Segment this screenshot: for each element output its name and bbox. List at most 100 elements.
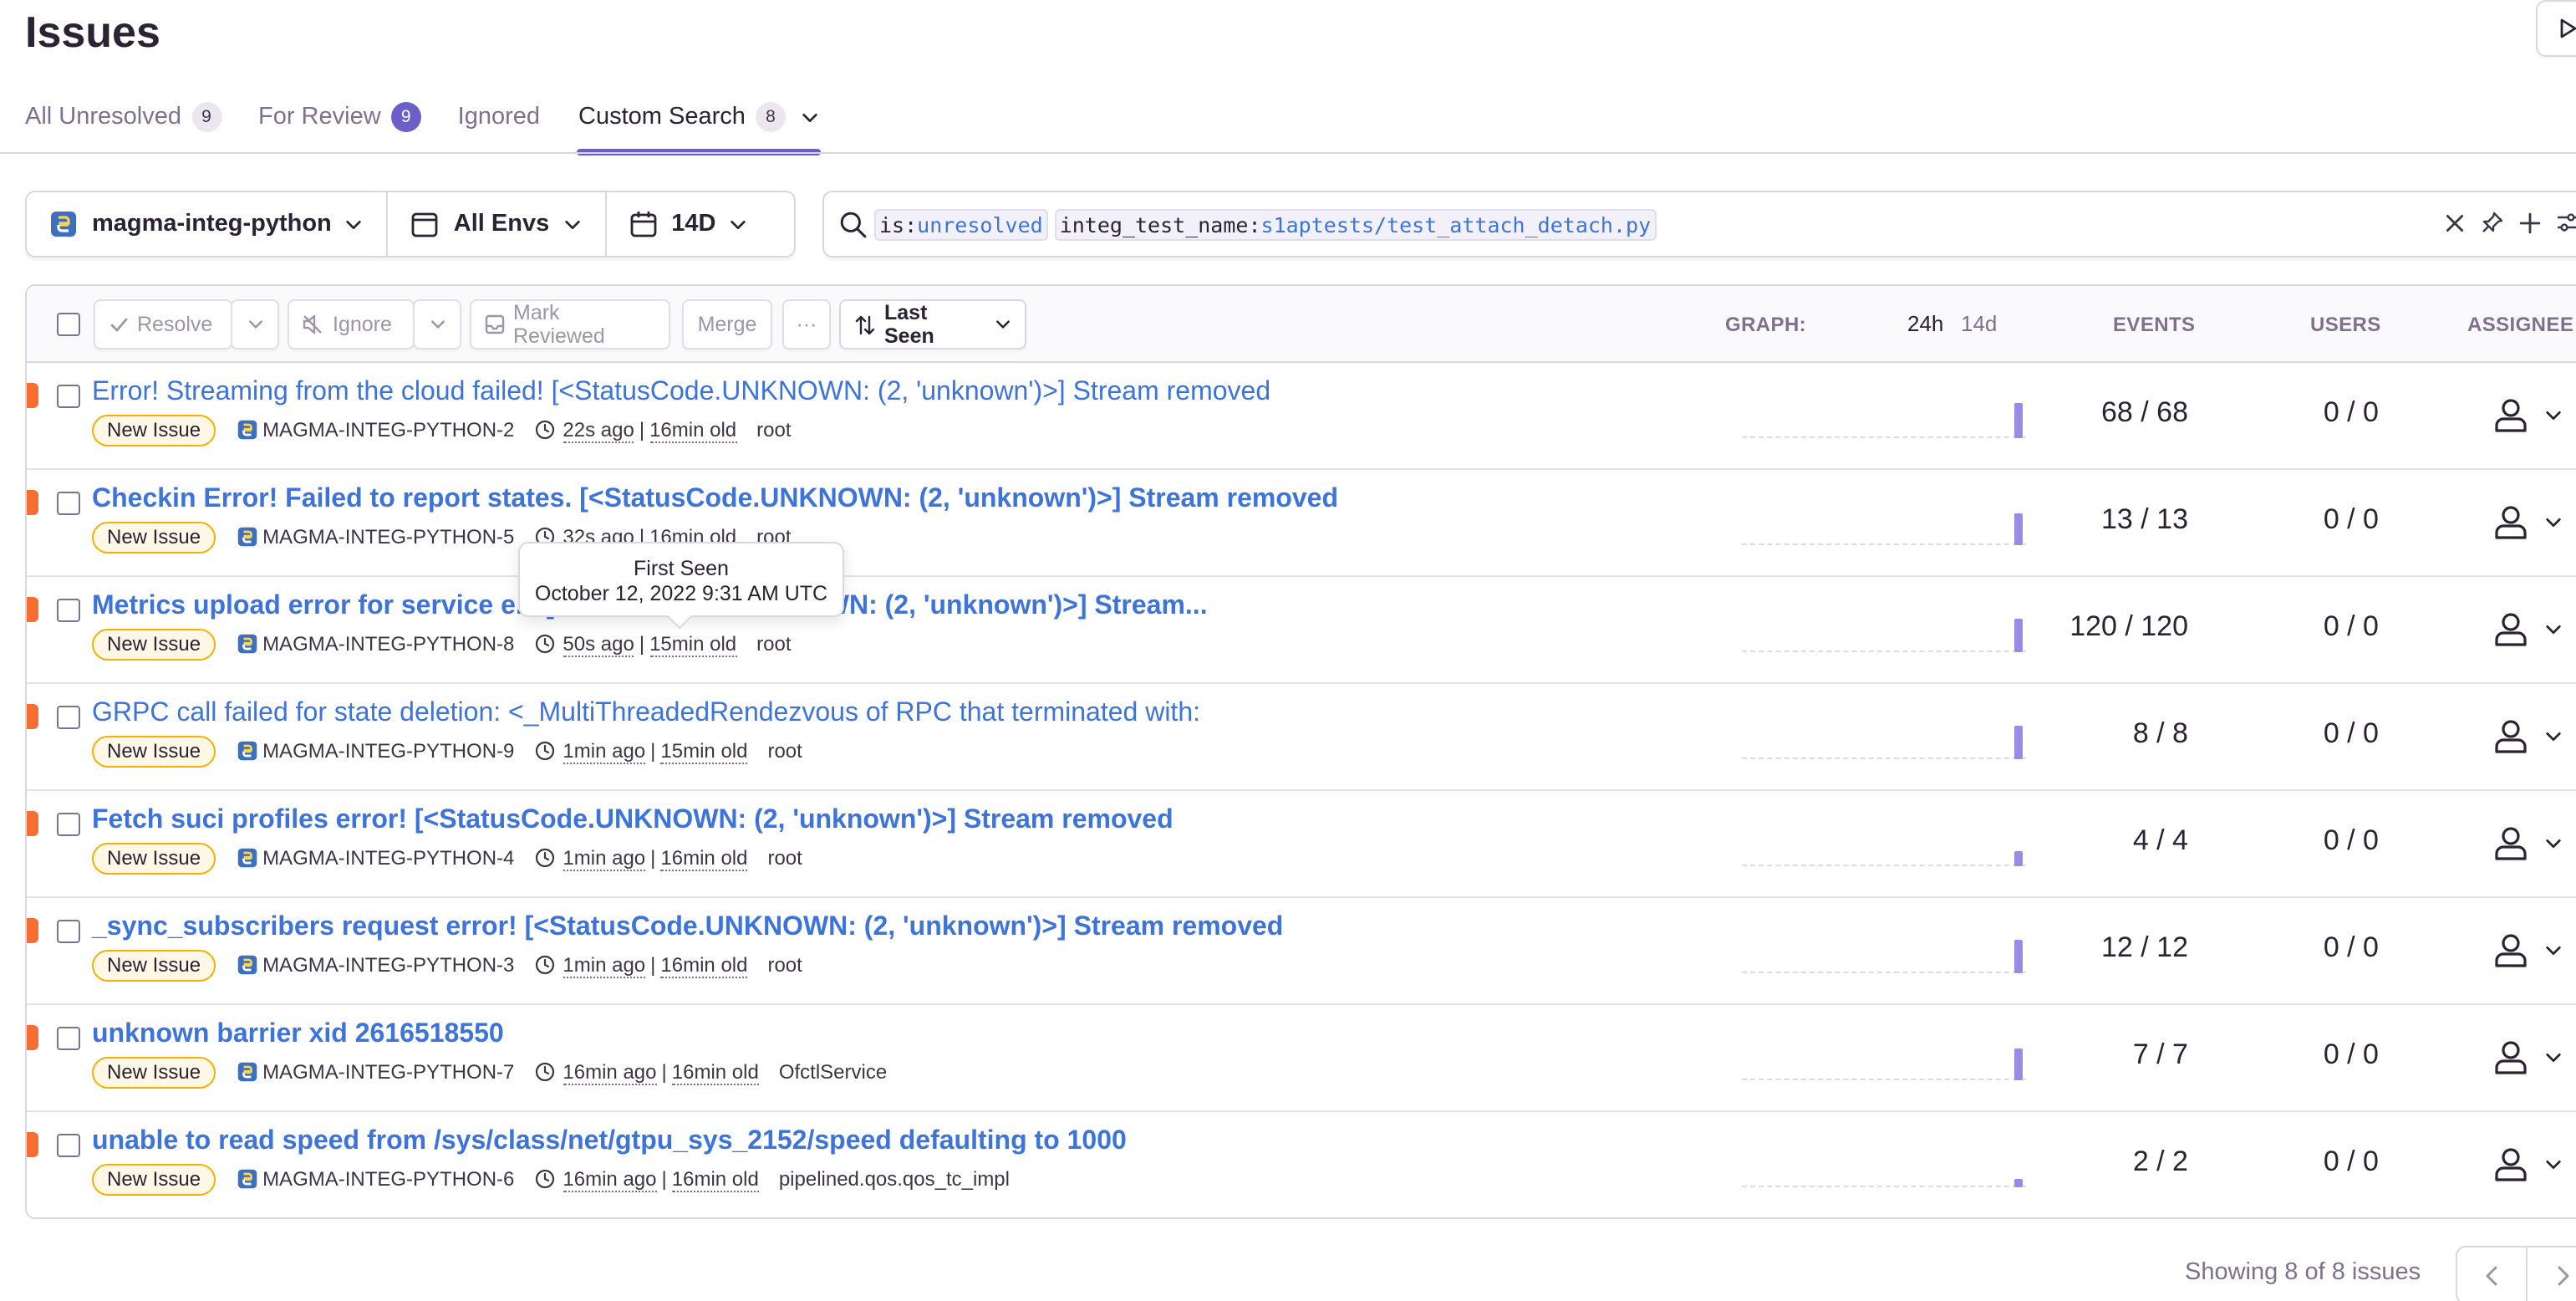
issue-search-input[interactable]: is:unresolved integ_test_name:s1aptests/…: [822, 191, 2576, 258]
next-page-button[interactable]: [2528, 1247, 2576, 1301]
issue-row[interactable]: _sync_subscribers request error! [<Statu…: [27, 898, 2576, 1005]
issue-event-count: 7 / 7: [2132, 1038, 2188, 1070]
last-seen-time[interactable]: 1min ago: [563, 738, 646, 763]
first-seen-age[interactable]: 16min old: [671, 1166, 759, 1191]
assignee-selector[interactable]: [2492, 503, 2563, 540]
search-token[interactable]: integ_test_name:s1aptests/test_attach_de…: [1054, 208, 1657, 240]
issue-short-id[interactable]: MAGMA-INTEG-PYTHON-6: [237, 1167, 514, 1191]
first-seen-age[interactable]: 15min old: [660, 738, 748, 763]
add-icon[interactable]: [2519, 212, 2541, 233]
issue-row[interactable]: Checkin Error! Failed to report states. …: [27, 470, 2576, 577]
resolve-button[interactable]: Resolve: [94, 299, 232, 349]
more-actions-button[interactable]: ···: [782, 299, 831, 349]
environment-selector[interactable]: All Envs: [389, 192, 607, 256]
last-seen-time[interactable]: 1min ago: [563, 952, 646, 977]
chevron-down-icon[interactable]: [801, 108, 819, 126]
merge-button[interactable]: Merge: [682, 299, 772, 349]
first-seen-age[interactable]: 16min old: [649, 417, 737, 442]
project-selector[interactable]: magma-integ-python: [27, 192, 389, 256]
assignee-selector[interactable]: [2492, 824, 2563, 861]
issue-short-id[interactable]: MAGMA-INTEG-PYTHON-2: [237, 418, 514, 441]
issue-title-link[interactable]: _sync_subscribers request error! [<Statu…: [92, 913, 1283, 943]
chevron-down-icon: [347, 219, 362, 229]
search-token[interactable]: is:unresolved: [874, 208, 1048, 240]
issue-checkbox[interactable]: [57, 1134, 80, 1157]
time-separator: |: [661, 1060, 667, 1084]
issue-title-link[interactable]: GRPC call failed for state deletion: <_M…: [92, 699, 1200, 729]
issue-checkbox[interactable]: [57, 706, 80, 729]
issue-row[interactable]: unknown barrier xid 2616518550 New Issue…: [27, 1005, 2576, 1112]
new-issue-badge: New Issue: [92, 1163, 216, 1195]
assignee-selector[interactable]: [2492, 610, 2563, 647]
issue-title-link[interactable]: unable to read speed from /sys/class/net…: [92, 1127, 1127, 1157]
assignee-selector[interactable]: [2492, 396, 2563, 433]
assignee-selector[interactable]: [2492, 931, 2563, 968]
sparkline-baseline: [1742, 543, 2026, 545]
sparkline-baseline: [1742, 1186, 2026, 1187]
last-seen-time[interactable]: 50s ago: [563, 631, 634, 656]
sort-button[interactable]: Last Seen: [839, 299, 1026, 349]
ignore-button[interactable]: Ignore: [288, 299, 415, 349]
issue-short-id[interactable]: MAGMA-INTEG-PYTHON-4: [237, 846, 514, 870]
clear-icon[interactable]: [2444, 212, 2466, 233]
assignee-selector[interactable]: [2492, 717, 2563, 754]
ignore-dropdown-button[interactable]: [413, 299, 461, 349]
issue-short-id[interactable]: MAGMA-INTEG-PYTHON-5: [237, 525, 514, 548]
resolve-dropdown-button[interactable]: [231, 299, 279, 349]
issue-short-id[interactable]: MAGMA-INTEG-PYTHON-7: [237, 1060, 514, 1084]
tab-ignored[interactable]: Ignored: [458, 94, 540, 140]
issue-row[interactable]: Error! Streaming from the cloud failed! …: [27, 363, 2576, 470]
first-seen-age[interactable]: 15min old: [649, 631, 737, 656]
issue-checkbox[interactable]: [57, 1027, 80, 1050]
tab-custom-search[interactable]: Custom Search 8: [577, 94, 821, 156]
issue-short-id[interactable]: MAGMA-INTEG-PYTHON-3: [237, 953, 514, 977]
issue-row[interactable]: Metrics upload error for service e... [<…: [27, 577, 2576, 684]
sparkline-baseline: [1742, 1079, 2026, 1080]
tab-all-unresolved[interactable]: All Unresolved 9: [25, 94, 221, 140]
last-seen-time[interactable]: 1min ago: [563, 845, 646, 870]
issue-title-link[interactable]: Checkin Error! Failed to report states. …: [92, 485, 1338, 515]
date-range-selector[interactable]: 14D: [606, 192, 771, 256]
play-button[interactable]: [2536, 0, 2576, 57]
graph-option-14d[interactable]: 14d: [1961, 311, 1997, 336]
issue-row[interactable]: GRPC call failed for state deletion: <_M…: [27, 684, 2576, 791]
last-seen-time[interactable]: 16min ago: [563, 1166, 657, 1191]
first-seen-age[interactable]: 16min old: [660, 845, 748, 870]
chevron-down-icon: [430, 320, 444, 329]
first-seen-age[interactable]: 16min old: [671, 1059, 759, 1084]
graph-option-24h[interactable]: 24h: [1907, 311, 1943, 336]
issue-checkbox[interactable]: [57, 813, 80, 836]
issue-checkbox[interactable]: [57, 385, 80, 408]
issue-checkbox[interactable]: [57, 920, 80, 943]
assignee-selector[interactable]: [2492, 1038, 2563, 1075]
pin-icon[interactable]: [2481, 211, 2504, 234]
last-seen-time[interactable]: 22s ago: [563, 417, 634, 442]
issue-short-id[interactable]: MAGMA-INTEG-PYTHON-9: [237, 739, 514, 763]
previous-page-button[interactable]: [2457, 1247, 2528, 1301]
tab-for-review[interactable]: For Review 9: [258, 94, 421, 140]
project-name: magma-integ-python: [92, 211, 332, 237]
search-token-value: unresolved: [917, 212, 1043, 237]
issue-short-id-label: MAGMA-INTEG-PYTHON-9: [262, 739, 515, 763]
issue-title-link[interactable]: unknown barrier xid 2616518550: [92, 1020, 504, 1050]
issue-checkbox[interactable]: [57, 599, 80, 622]
issue-user-count: 0 / 0: [2323, 824, 2379, 856]
python-project-icon: [51, 212, 76, 237]
issue-culprit: pipelined.qos.qos_tc_impl: [778, 1167, 1010, 1191]
first-seen-age[interactable]: 16min old: [660, 952, 748, 977]
issue-row[interactable]: unable to read speed from /sys/class/net…: [27, 1112, 2576, 1217]
assignee-selector[interactable]: [2492, 1145, 2563, 1182]
issue-title-link[interactable]: Error! Streaming from the cloud failed! …: [92, 378, 1270, 408]
chevron-down-icon: [2546, 945, 2561, 955]
settings-sliders-icon[interactable]: [2556, 211, 2576, 234]
issue-event-count: 4 / 4: [2132, 824, 2188, 856]
issue-short-id[interactable]: MAGMA-INTEG-PYTHON-8: [237, 632, 514, 656]
select-all-checkbox[interactable]: [57, 313, 80, 336]
issue-checkbox[interactable]: [57, 492, 80, 515]
last-seen-time[interactable]: 16min ago: [563, 1059, 657, 1084]
error-level-indicator: [27, 1025, 38, 1050]
issue-row[interactable]: Fetch suci profiles error! [<StatusCode.…: [27, 791, 2576, 898]
issue-title-link[interactable]: Fetch suci profiles error! [<StatusCode.…: [92, 806, 1173, 836]
python-project-icon: [237, 527, 257, 547]
mark-reviewed-button[interactable]: Mark Reviewed: [470, 299, 670, 349]
